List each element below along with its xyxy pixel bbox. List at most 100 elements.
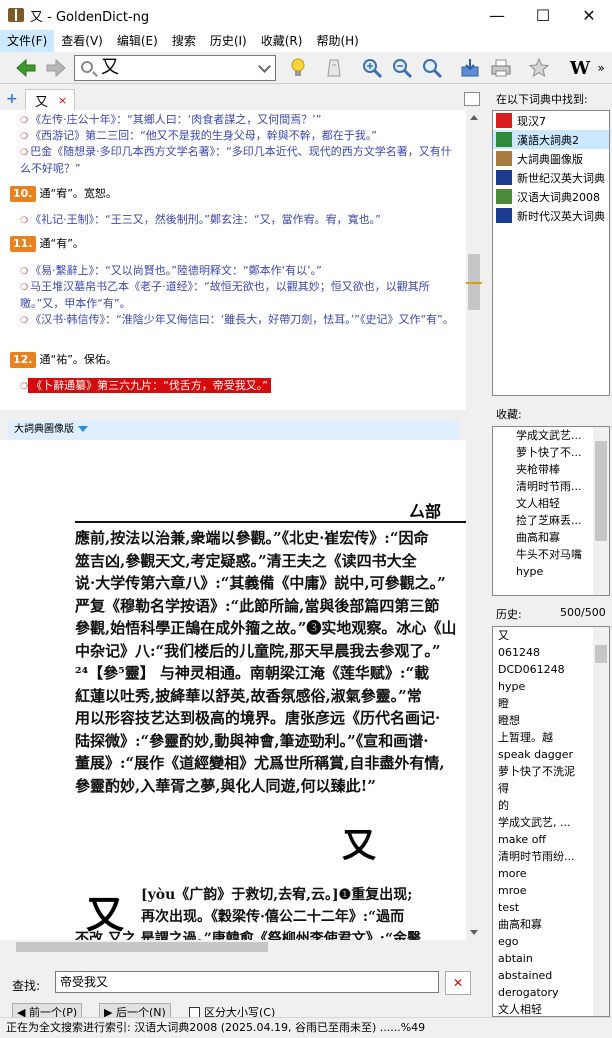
collapse-arrow-icon[interactable] bbox=[78, 426, 88, 432]
wikipedia-icon[interactable]: W bbox=[568, 57, 592, 79]
back-arrow-icon[interactable] bbox=[14, 57, 38, 79]
scan-entry-line: 不改,又之,是謂之過。”唐韓愈《祭柳州李使君文》:“金醫 bbox=[75, 931, 422, 940]
scrollbar-thumb[interactable] bbox=[16, 942, 268, 952]
find-label: 查找: bbox=[12, 979, 41, 993]
history-item[interactable]: ego bbox=[493, 933, 609, 950]
scroll-up-icon[interactable] bbox=[470, 115, 478, 120]
close-window-button[interactable]: ✕ bbox=[566, 0, 612, 30]
scan-line: 參靈酌妙,入華胥之夢,與化人同遊,何以臻此!” bbox=[75, 776, 376, 795]
favorites-list: 学成文武艺... 萝卜快了不... 夹枪带棒 清明时节雨... 文人相轻 捡了芝麻丢...… bbox=[492, 426, 610, 596]
history-item[interactable]: 瞪想 bbox=[493, 712, 609, 729]
history-item[interactable]: abtain bbox=[493, 950, 609, 967]
history-item[interactable]: DCD061248 bbox=[493, 661, 609, 678]
citation: ❍ 《礼记·王制》：“王三又，然後制刑。”鄭玄注：“又，當作宥。宥，寬也。” bbox=[20, 213, 381, 226]
history-item[interactable]: derogatory bbox=[493, 984, 609, 1001]
dictionary-item[interactable]: 漢語大詞典2 bbox=[493, 130, 609, 149]
citation: ❍ 《汉书·韩信传》：“淮陰少年又侮信曰：‘雖長大，好帶刀劍，怯耳。’”《史记》又… bbox=[20, 313, 454, 326]
menu-search[interactable]: 搜索 bbox=[165, 30, 203, 52]
history-item[interactable]: hype bbox=[493, 678, 609, 695]
zoom-reset-icon[interactable] bbox=[420, 57, 444, 79]
citation: ❍ 《易·繫辭上》：“又以尚賢也。”陸德明释文：“鄭本作‘有以’。” bbox=[20, 264, 322, 277]
history-item[interactable]: 学成文武艺, ... bbox=[493, 814, 609, 831]
zoom-in-icon[interactable] bbox=[360, 57, 384, 79]
history-item[interactable]: 清明时节雨纷... bbox=[493, 848, 609, 865]
menu-help[interactable]: 帮助(H) bbox=[309, 30, 365, 52]
tab-close-icon[interactable]: × bbox=[58, 94, 67, 107]
history-item[interactable]: 曲高和寡 bbox=[493, 916, 609, 933]
new-tab-plus-icon[interactable]: + bbox=[6, 91, 18, 107]
window-title: 又 - GoldenDict-ng bbox=[30, 9, 150, 25]
dictionary-icon bbox=[496, 151, 512, 166]
history-item[interactable]: 得 bbox=[493, 780, 609, 797]
history-item[interactable]: 的 bbox=[493, 797, 609, 814]
found-in-dictionaries-list: 现汉7 漢語大詞典2 大詞典圖像版新世纪汉英大词典 汉语大词典2008 新时代汉英大词典 bbox=[492, 110, 610, 396]
scan-line: 用以形容技艺达到极高的境界。唐张彦远《历代名画记· bbox=[75, 709, 441, 727]
add-favorite-star-icon[interactable] bbox=[527, 57, 551, 79]
history-item[interactable]: more bbox=[493, 865, 609, 882]
search-icon bbox=[81, 61, 93, 73]
dictionary-name: 漢語大詞典2 bbox=[517, 133, 579, 147]
title-bar: 又 - GoldenDict-ng — ☐ ✕ bbox=[0, 0, 612, 30]
scan-rule bbox=[75, 521, 466, 523]
toolbar-overflow-icon[interactable]: » bbox=[594, 57, 608, 79]
history-item[interactable]: speak dagger bbox=[493, 746, 609, 763]
menu-history[interactable]: 历史(I) bbox=[203, 30, 254, 52]
dictionary-icon bbox=[496, 189, 512, 204]
history-item[interactable]: make off bbox=[493, 831, 609, 848]
save-article-icon[interactable] bbox=[458, 57, 482, 79]
dictionary-item[interactable]: 新世纪汉英大词典 bbox=[493, 168, 609, 187]
history-item[interactable]: 又 bbox=[493, 627, 609, 644]
scan-line: 筮吉凶,參觀天文,考定疑惑。”清王夫之《读四书大全 bbox=[75, 551, 417, 570]
menu-edit[interactable]: 编辑(E) bbox=[110, 30, 165, 52]
chevron-down-icon[interactable] bbox=[258, 60, 271, 73]
menu-favorites[interactable]: 收藏(R) bbox=[254, 30, 310, 52]
scan-line: 陆探微》:“參靈酌妙,動與神會,筆迹勁利。”《宣和画谱· bbox=[75, 731, 429, 750]
forward-arrow-icon[interactable] bbox=[44, 57, 68, 79]
history-list: 又 061248 DCD061248 hype 瞪瞪想 上暂理。越 speak dagger… bbox=[492, 626, 610, 1017]
favorites-scrollbar[interactable] bbox=[593, 427, 609, 595]
zoom-out-icon[interactable] bbox=[390, 57, 414, 79]
history-item[interactable]: 上暂理。越 bbox=[493, 729, 609, 746]
scroll-down-icon[interactable] bbox=[470, 930, 478, 935]
dictionary-header[interactable]: 大詞典圖像版 bbox=[8, 420, 459, 440]
history-item[interactable]: abstained bbox=[493, 967, 609, 984]
dictionary-name: 汉语大词典2008 bbox=[517, 190, 600, 204]
find-input[interactable]: 帝受我又 bbox=[55, 971, 439, 993]
sense-10: 10. 通“宥”。宽恕。 bbox=[10, 186, 117, 202]
history-scrollbar[interactable] bbox=[593, 627, 609, 1016]
history-item[interactable]: 061248 bbox=[493, 644, 609, 661]
sense-11: 11. 通“有”。 bbox=[10, 236, 84, 252]
dictionary-icon bbox=[496, 132, 512, 147]
history-item[interactable]: 瞪 bbox=[493, 695, 609, 712]
find-close-button[interactable]: ✕ bbox=[445, 971, 471, 995]
maximize-button[interactable]: ☐ bbox=[520, 0, 566, 30]
search-input[interactable]: 又 bbox=[74, 55, 276, 81]
history-label: 历史: bbox=[496, 608, 522, 621]
menu-file[interactable]: 文件(F) bbox=[0, 30, 55, 52]
dictionary-item[interactable]: 大詞典圖像版 bbox=[493, 149, 609, 168]
scan-line: 说·大学传第六章八》:“其義備《中庸》説中,可參觀之。” bbox=[75, 574, 446, 592]
dictionary-item[interactable]: 现汉7 bbox=[493, 111, 609, 130]
tab-article[interactable]: 又 × bbox=[25, 89, 75, 110]
scan-line: ²⁴【參⁵靈】 与神灵相通。南朝梁江淹《莲华赋》:“載 bbox=[75, 664, 430, 682]
lightbulb-icon[interactable] bbox=[286, 57, 310, 79]
history-item[interactable]: 文人相轻 bbox=[493, 1001, 609, 1016]
search-hit-highlight: ❍ 《卜辭通纂》第三六九片：“伐舌方，帝受我又。” bbox=[20, 378, 271, 395]
horizontal-scrollbar[interactable] bbox=[0, 940, 466, 954]
print-icon[interactable] bbox=[489, 57, 513, 79]
history-item[interactable]: test bbox=[493, 899, 609, 916]
history-item[interactable]: 萝卜快了不洗泥 bbox=[493, 763, 609, 780]
dictionary-item[interactable]: 汉语大词典2008 bbox=[493, 187, 609, 206]
article-scrollbar[interactable] bbox=[466, 110, 482, 940]
tab-list-menu-icon[interactable] bbox=[464, 92, 480, 106]
scan-line: 中杂记》八:“我们楼后的儿童院,那天早晨我去参观了。” bbox=[75, 641, 441, 660]
dictionary-name: 新世纪汉英大词典 bbox=[517, 171, 605, 185]
history-count: 500/500 bbox=[560, 606, 606, 619]
dictionary-icon bbox=[496, 208, 512, 223]
dictionary-item[interactable]: 新时代汉英大词典 bbox=[493, 206, 609, 225]
scan-line: 應前,按法以治兼,衆端以參觀。”《北史·崔宏传》:“因命 bbox=[75, 529, 429, 547]
history-item[interactable]: mroe bbox=[493, 882, 609, 899]
scan-popup-icon[interactable] bbox=[322, 57, 346, 79]
minimize-button[interactable]: — bbox=[474, 0, 520, 30]
menu-view[interactable]: 查看(V) bbox=[54, 30, 110, 52]
